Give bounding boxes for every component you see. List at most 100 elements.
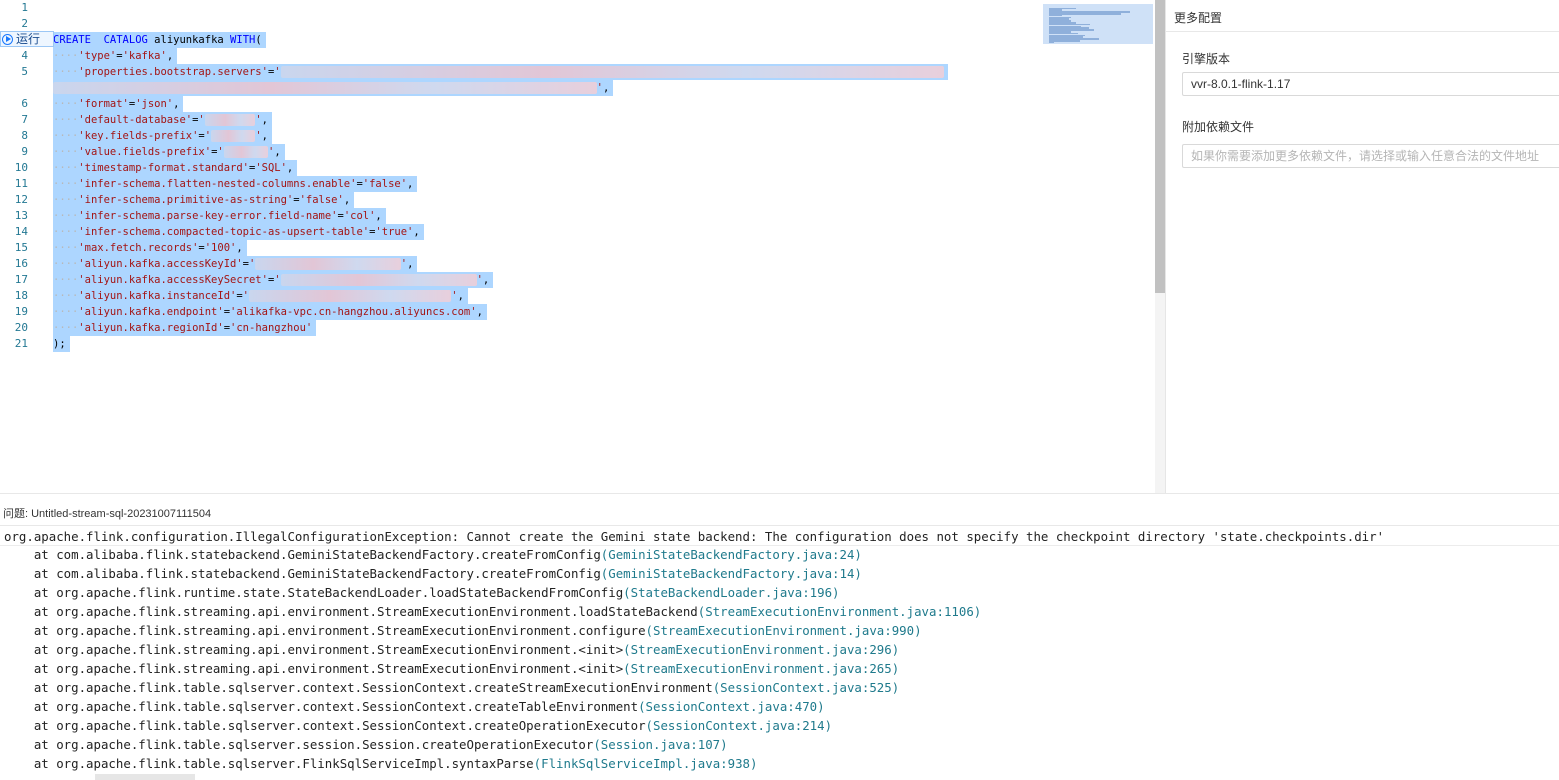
stack-trace-line: at com.alibaba.flink.statebackend.Gemini… bbox=[4, 545, 862, 564]
line-number: 10 bbox=[14, 161, 28, 174]
stack-trace-line: at org.apache.flink.table.sqlserver.Flin… bbox=[4, 754, 758, 773]
code-text: ····'infer-schema.primitive-as-string'='… bbox=[53, 192, 355, 208]
stack-frame-location-link[interactable]: (GeminiStateBackendFactory.java:14) bbox=[601, 566, 862, 581]
code-line[interactable]: 7····'default-database'='xxxxxxxx', bbox=[0, 112, 1040, 128]
stack-frame-location-link[interactable]: (GeminiStateBackendFactory.java:24) bbox=[601, 547, 862, 562]
code-text: aliyunkafka bbox=[147, 34, 231, 46]
sql-keyword: WITH bbox=[230, 34, 256, 46]
code-line[interactable]: 12 ····'infer-schema.primitive-as-string'… bbox=[0, 192, 1040, 208]
code-line[interactable]: 1 bbox=[0, 0, 1040, 16]
code-text: ); bbox=[53, 338, 66, 350]
stack-frame-location-link[interactable]: (SessionContext.java:470) bbox=[638, 699, 825, 714]
engine-version-select[interactable]: vvr-8.0.1-flink-1.17 bbox=[1182, 72, 1559, 96]
sql-editor[interactable]: 123CREATE CATALOG aliyunkafka WITH(4····… bbox=[0, 0, 1165, 493]
code-text: , bbox=[407, 258, 414, 270]
stack-trace-line: at org.apache.flink.table.sqlserver.cont… bbox=[4, 716, 832, 735]
more-config-panel: 更多配置 引擎版本 vvr-8.0.1-flink-1.17 附加依赖文件 bbox=[1166, 0, 1559, 493]
code-line[interactable]: 16 ····'aliyun.kafka.accessKeyId'='xxxxxx… bbox=[0, 256, 1040, 272]
code-line[interactable]: 9····'value.fields-prefix'='xxxxxxx', bbox=[0, 144, 1040, 160]
stack-frame-location-link[interactable]: (StreamExecutionEnvironment.java:1106) bbox=[698, 604, 981, 619]
code-line[interactable]: 8 ····'key.fields-prefix'='xxxxxxx', bbox=[0, 128, 1040, 144]
code-line[interactable]: 5····'properties.bootstrap.servers'='xxx… bbox=[0, 64, 1040, 80]
line-number: 11 bbox=[14, 177, 28, 190]
stack-frame-call: at org.apache.flink.streaming.api.enviro… bbox=[4, 604, 698, 619]
stack-frame-location-link[interactable]: (SessionContext.java:214) bbox=[646, 718, 833, 733]
code-line[interactable]: 17····'aliyun.kafka.accessKeySecret'='xx… bbox=[0, 272, 1040, 288]
problems-output[interactable]: org.apache.flink.configuration.IllegalCo… bbox=[0, 525, 1559, 780]
code-line[interactable]: 4 ····'type'='kafka', bbox=[0, 48, 1040, 64]
line-number: 4 bbox=[21, 49, 28, 62]
horizontal-scrollbar-thumb[interactable] bbox=[95, 774, 195, 780]
sql-string: 'true' bbox=[375, 226, 414, 238]
code-line[interactable]: 20 ····'aliyun.kafka.regionId'='cn-hangzh… bbox=[0, 320, 1040, 336]
stack-frame-location-link[interactable]: (StreamExecutionEnvironment.java:296) bbox=[623, 642, 899, 657]
code-text: xxxxxxxxxxxxxxxxxxxxxxxxxxxxxxxxxxxxxxxx… bbox=[53, 80, 614, 96]
sql-string: 'aliyun.kafka.accessKeySecret' bbox=[78, 274, 268, 286]
run-button-label: 运行 bbox=[16, 32, 41, 46]
line-number: 14 bbox=[14, 225, 28, 238]
extra-deps-input[interactable] bbox=[1182, 144, 1559, 168]
sql-string: 'type' bbox=[78, 50, 117, 62]
code-text: , bbox=[482, 274, 490, 286]
code-line[interactable]: 6 ····'format'='json', bbox=[0, 96, 1040, 112]
indent-whitespace: ···· bbox=[53, 114, 79, 126]
sql-string: 'false' bbox=[299, 194, 344, 206]
stack-frame-location-link[interactable]: (FlinkSqlServiceImpl.java:938) bbox=[534, 756, 758, 771]
code-line[interactable]: 11 ····'infer-schema.flatten-nested-colum… bbox=[0, 176, 1040, 192]
line-number: 21 bbox=[14, 337, 28, 350]
code-text: , bbox=[476, 306, 483, 318]
code-text: ····'infer-schema.flatten-nested-columns… bbox=[53, 176, 418, 192]
line-number: 16 bbox=[14, 257, 28, 270]
minimap[interactable] bbox=[1043, 4, 1153, 44]
sql-string: 'infer-schema.flatten-nested-columns.ena… bbox=[78, 178, 357, 190]
problems-panel-header: 问题: Untitled-stream-sql-20231007111504 bbox=[0, 493, 1559, 525]
editor-scrollbar-thumb[interactable] bbox=[1155, 0, 1165, 293]
stack-trace-line: at org.apache.flink.table.sqlserver.cont… bbox=[4, 697, 825, 716]
code-text: , bbox=[343, 194, 351, 206]
sql-string: 'aliyun.kafka.endpoint' bbox=[78, 306, 224, 318]
stack-frame-location-link[interactable]: (StreamExecutionEnvironment.java:990) bbox=[646, 623, 922, 638]
code-text: ····'aliyun.kafka.accessKeyId'='xxxxxxxx… bbox=[53, 256, 418, 272]
code-text: , bbox=[413, 226, 420, 238]
stack-frame-call: at com.alibaba.flink.statebackend.Gemini… bbox=[4, 547, 601, 562]
code-line[interactable]: 19 ····'aliyun.kafka.endpoint'='alikafka-… bbox=[0, 304, 1040, 320]
stack-frame-call: at org.apache.flink.streaming.api.enviro… bbox=[4, 661, 624, 676]
stack-frame-location-link[interactable]: (SessionContext.java:525) bbox=[713, 680, 900, 695]
stack-frame-call: at org.apache.flink.table.sqlserver.Flin… bbox=[4, 756, 534, 771]
sql-string: 'default-database' bbox=[78, 114, 193, 126]
stack-frame-location-link[interactable]: (StateBackendLoader.java:196) bbox=[623, 585, 839, 600]
line-number: 20 bbox=[14, 321, 28, 334]
sql-string: 'value.fields-prefix' bbox=[78, 146, 212, 158]
code-line[interactable]: 14 ····'infer-schema.compacted-topic-as-u… bbox=[0, 224, 1040, 240]
line-number: 6 bbox=[21, 97, 28, 110]
error-row: org.apache.flink.configuration.IllegalCo… bbox=[0, 527, 1559, 546]
sql-string: 'aliyun.kafka.regionId' bbox=[78, 322, 224, 334]
code-line[interactable]: 13 ····'infer-schema.parse-key-error.fiel… bbox=[0, 208, 1040, 224]
code-text: , bbox=[375, 210, 382, 222]
code-line[interactable]: 15 ····'max.fetch.records'='100', bbox=[0, 240, 1040, 256]
run-button[interactable]: 运行 bbox=[0, 31, 54, 47]
engine-version-label: 引擎版本 bbox=[1182, 52, 1231, 66]
config-panel-title: 更多配置 bbox=[1174, 11, 1223, 25]
redacted-text: xxxxxxxxxxxxxxxxxxxxxxxxxxxxxxx bbox=[280, 274, 477, 286]
sql-string: ' bbox=[198, 114, 205, 126]
code-line[interactable]: 21); bbox=[0, 336, 1040, 352]
stack-frame-location-link[interactable]: (Session.java:107) bbox=[593, 737, 727, 752]
code-line[interactable]: 2 bbox=[0, 16, 1040, 32]
code-line[interactable]: 3CREATE CATALOG aliyunkafka WITH( bbox=[0, 32, 1040, 48]
code-line[interactable]: xxxxxxxxxxxxxxxxxxxxxxxxxxxxxxxxxxxxxxxx… bbox=[0, 80, 1040, 96]
code-text: , bbox=[261, 114, 268, 126]
indent-whitespace: ···· bbox=[53, 178, 79, 190]
line-number: 7 bbox=[21, 113, 28, 126]
code-line[interactable]: 10 ····'timestamp-format.standard'='SQL', bbox=[0, 160, 1040, 176]
stack-frame-location-link[interactable]: (StreamExecutionEnvironment.java:265) bbox=[623, 661, 899, 676]
code-text: ····'aliyun.kafka.endpoint'='alikafka-vp… bbox=[53, 304, 487, 320]
sql-string: 'infer-schema.parse-key-error.field-name… bbox=[78, 210, 338, 222]
code-text: , bbox=[457, 290, 464, 302]
code-text: ····'format'='json', bbox=[53, 96, 184, 112]
stack-trace-line: at org.apache.flink.table.sqlserver.cont… bbox=[4, 678, 899, 697]
code-line[interactable]: 18 ····'aliyun.kafka.instanceId'='xxxxxxx… bbox=[0, 288, 1040, 304]
code-text: ····'properties.bootstrap.servers'='xxxx… bbox=[53, 64, 949, 80]
code-text: CREATE CATALOG aliyunkafka WITH( bbox=[53, 32, 266, 48]
